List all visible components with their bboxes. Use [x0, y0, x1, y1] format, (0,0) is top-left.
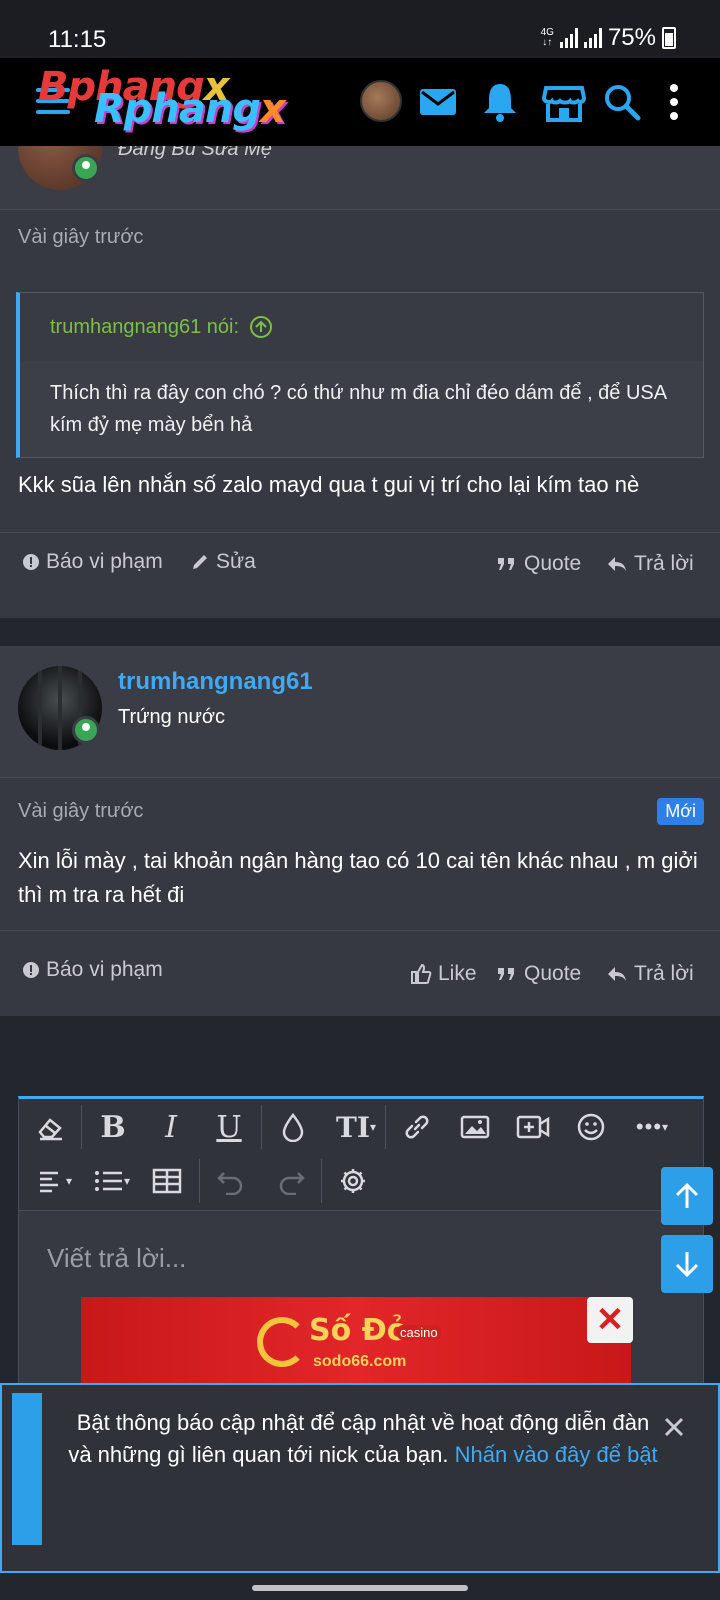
post-message: Xin lỗi mày , tai khoản ngân hàng tao có… — [18, 848, 698, 907]
avatar[interactable] — [360, 80, 402, 122]
site-logo[interactable]: Bphangx Rphangx — [38, 64, 328, 140]
toolbar-separator — [385, 1105, 386, 1149]
color-icon[interactable] — [273, 1107, 313, 1147]
quote-block: trumhangnang61 nói: Thích thì ra đây con… — [16, 292, 704, 458]
align-icon[interactable]: ▾ — [31, 1161, 79, 1201]
post-time[interactable]: Vài giây trước — [18, 800, 143, 823]
store-icon[interactable] — [540, 78, 588, 126]
battery-icon — [662, 27, 676, 49]
post-user-bar: trumhangnang61 Trứng nước — [0, 646, 720, 778]
report-button[interactable]: Báo vi phạm — [22, 958, 163, 982]
status-right: 4G ↓↑ 75% — [541, 24, 676, 52]
home-indicator[interactable] — [252, 1585, 468, 1591]
quote-icon — [498, 558, 514, 570]
italic-icon[interactable]: I — [151, 1107, 191, 1147]
post: trumhangnang61 Trứng nước Vài giây trước… — [0, 646, 720, 1016]
arrow-up-circle-icon[interactable] — [249, 315, 273, 339]
notice-accent-bar — [12, 1393, 42, 1545]
toolbar-separator — [81, 1105, 82, 1149]
mail-icon[interactable] — [414, 78, 462, 126]
signal-icon — [583, 28, 602, 48]
pencil-icon — [193, 555, 207, 569]
thumbs-up-icon — [411, 963, 432, 984]
status-bar: 11:15 4G ↓↑ 75% — [0, 0, 720, 58]
quote-button[interactable]: Quote — [496, 962, 581, 986]
bell-icon[interactable] — [476, 78, 524, 126]
alert-icon — [23, 962, 39, 978]
post-time[interactable]: Vài giây trước — [18, 226, 143, 249]
list-icon[interactable]: ▾ — [87, 1161, 137, 1201]
arrow-down-icon — [675, 1252, 699, 1278]
font-size-icon[interactable]: TI ▾ — [333, 1107, 379, 1147]
scroll-up-button[interactable] — [661, 1167, 713, 1225]
network-type: 4G ↓↑ — [540, 27, 554, 48]
reply-icon — [608, 967, 626, 981]
editor-toolbar: B I U TI ▾ ••• ▾ ▾ ▾ — [19, 1099, 703, 1211]
more-icon[interactable] — [660, 78, 688, 126]
reply-button[interactable]: Trả lời — [606, 552, 694, 576]
ad-banner[interactable]: Số Đỏ casino sodo66.com — [81, 1297, 631, 1387]
signal-icon — [559, 28, 578, 48]
quote-icon — [498, 968, 514, 980]
username[interactable]: trumhangnang61 — [118, 668, 313, 696]
emoji-icon[interactable] — [571, 1107, 611, 1147]
divider — [0, 532, 720, 533]
search-icon[interactable] — [598, 78, 646, 126]
link-icon[interactable] — [397, 1107, 437, 1147]
reply-button[interactable]: Trả lời — [606, 962, 694, 986]
reply-icon — [608, 557, 626, 571]
toolbar-separator — [261, 1105, 262, 1149]
alert-icon — [23, 554, 39, 570]
new-badge: Mới — [657, 798, 704, 825]
table-icon[interactable] — [147, 1161, 187, 1201]
video-icon[interactable] — [513, 1107, 553, 1147]
bold-icon[interactable]: B — [93, 1107, 133, 1147]
close-icon[interactable] — [662, 1415, 686, 1439]
status-time: 11:15 — [48, 26, 107, 53]
notice-text: Bật thông báo cập nhật để cập nhật về ho… — [68, 1410, 658, 1467]
battery-percent: 75% — [607, 24, 656, 51]
notification-notice: Bật thông báo cập nhật để cập nhật về ho… — [0, 1383, 720, 1573]
report-button[interactable]: Báo vi phạm — [22, 550, 163, 574]
reply-editor: B I U TI ▾ ••• ▾ ▾ ▾ Viết trả lời... Số … — [18, 1096, 713, 1396]
quote-text: Thích thì ra đây con chó ? có thứ như m … — [20, 361, 703, 457]
toolbar-separator — [321, 1159, 322, 1203]
divider — [0, 930, 720, 931]
eraser-icon[interactable] — [31, 1107, 71, 1147]
undo-icon[interactable] — [211, 1161, 251, 1201]
online-indicator — [72, 154, 100, 182]
more-options-icon[interactable]: ••• ▾ — [627, 1107, 677, 1147]
scroll-down-button[interactable] — [661, 1235, 713, 1293]
like-button[interactable]: Like — [410, 962, 477, 986]
settings-icon[interactable] — [333, 1161, 373, 1201]
quote-header[interactable]: trumhangnang61 nói: — [20, 293, 703, 361]
quote-author: trumhangnang61 nói: — [50, 315, 240, 338]
user-title: Trứng nước — [118, 706, 225, 728]
toolbar-separator — [199, 1159, 200, 1203]
post-message: Kkk sũa lên nhắn số zalo mayd qua t gui … — [18, 472, 640, 497]
redo-icon[interactable] — [271, 1161, 311, 1201]
image-icon[interactable] — [455, 1107, 495, 1147]
reply-input[interactable]: Viết trả lời... — [47, 1243, 186, 1274]
underline-icon[interactable]: U — [209, 1107, 249, 1147]
close-ad-icon[interactable]: ✕ — [587, 1297, 633, 1343]
ad-logo: Số Đỏ casino sodo66.com — [257, 1309, 447, 1379]
enable-notifications-link[interactable]: Nhấn vào đây để bật — [455, 1442, 658, 1467]
site-header: Bphangx Rphangx — [0, 58, 720, 146]
post-user-bar: Đang Bú Sữa Mẹ — [0, 106, 720, 210]
post: Đang Bú Sữa Mẹ Vài giây trước trumhangna… — [0, 106, 720, 618]
edit-button[interactable]: Sửa — [190, 550, 256, 574]
quote-button[interactable]: Quote — [496, 552, 581, 576]
online-indicator — [72, 716, 100, 744]
arrow-up-icon — [675, 1182, 699, 1208]
